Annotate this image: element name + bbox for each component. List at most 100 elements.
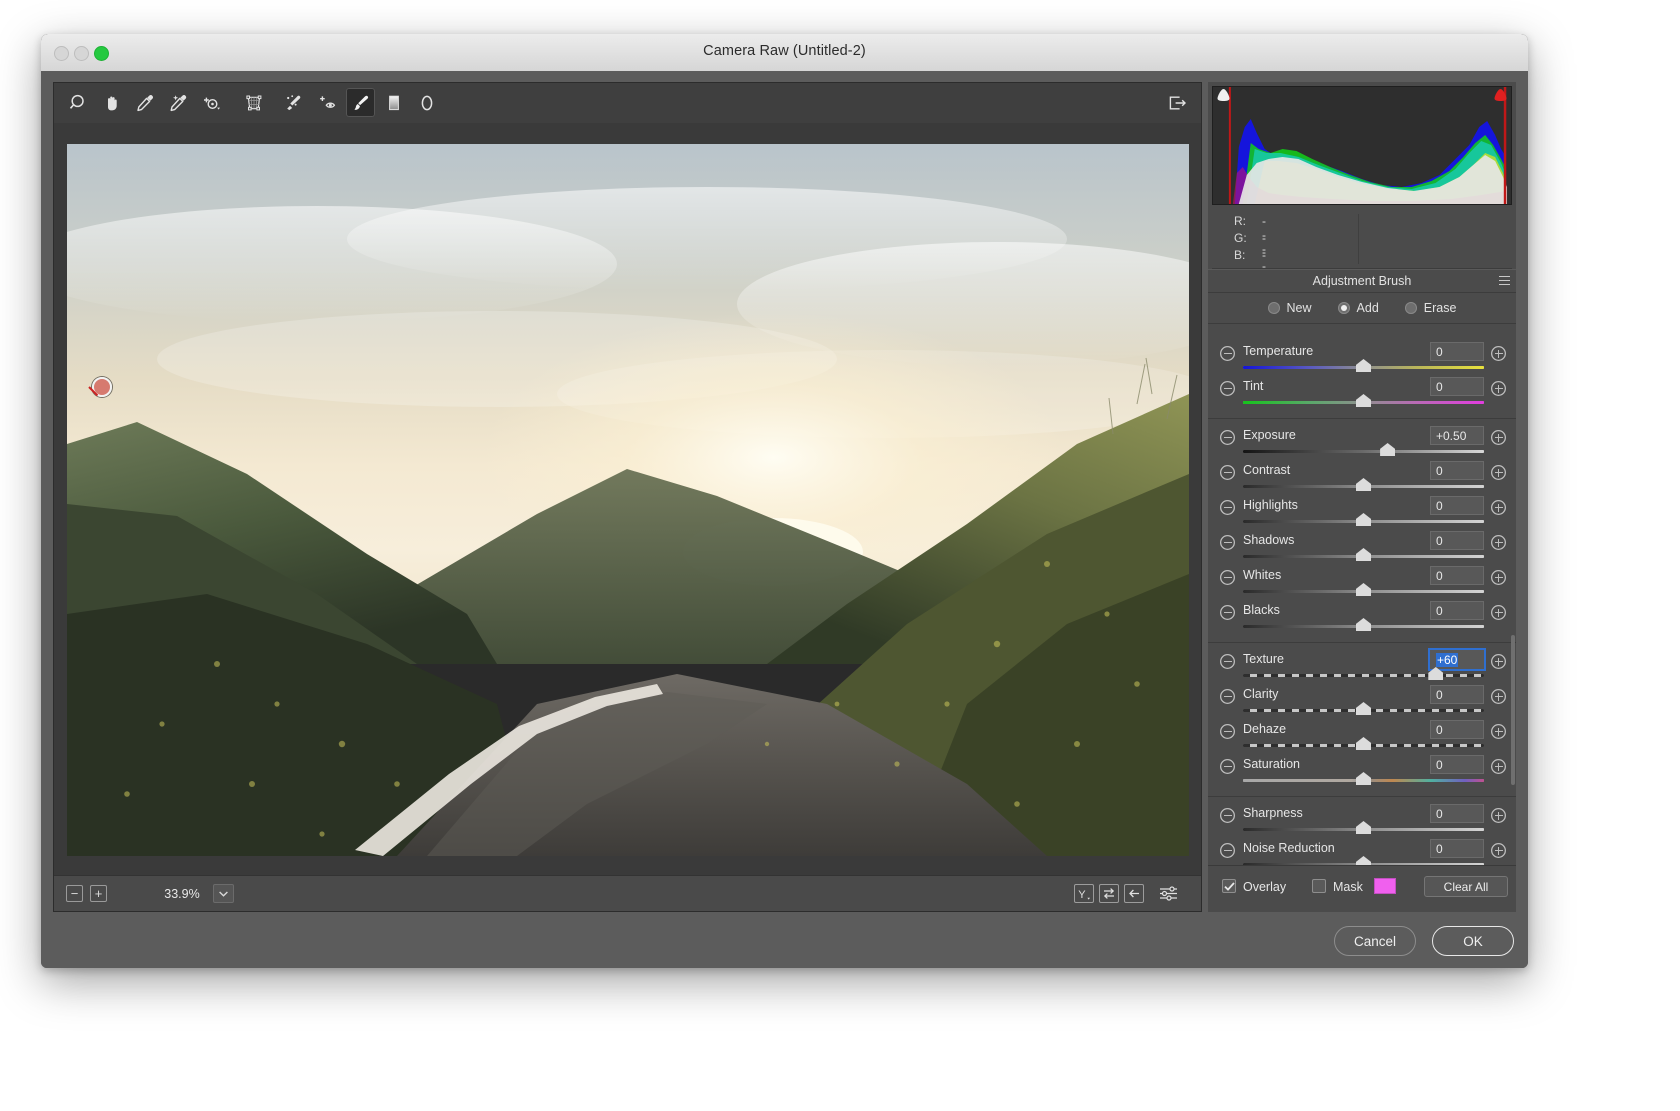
panel-menu-button[interactable] [1499, 276, 1510, 285]
slider-knob[interactable] [1356, 821, 1371, 834]
slider-increment-icon[interactable] [1491, 430, 1506, 445]
slider-increment-icon[interactable] [1491, 346, 1506, 361]
slider-row[interactable]: Texture+60 [1208, 649, 1516, 684]
slider-increment-icon[interactable] [1491, 689, 1506, 704]
slider-track[interactable] [1243, 779, 1484, 782]
slider-track[interactable] [1243, 366, 1484, 369]
slider-track[interactable] [1243, 674, 1484, 677]
slider-row[interactable]: Dehaze0 [1208, 719, 1516, 754]
slider-knob[interactable] [1356, 618, 1371, 631]
slider-knob[interactable] [1380, 443, 1395, 456]
slider-track[interactable] [1243, 625, 1484, 628]
slider-row[interactable]: Tint0 [1208, 376, 1516, 411]
slider-value-field[interactable]: 0 [1430, 685, 1484, 704]
slider-knob[interactable] [1356, 548, 1371, 561]
spot-removal-tool[interactable] [279, 88, 308, 117]
clear-all-button[interactable]: Clear All [1424, 876, 1508, 897]
open-preferences-button[interactable] [1162, 88, 1191, 117]
shadow-clipping-warning[interactable] [1214, 88, 1233, 105]
slider-knob[interactable] [1356, 702, 1371, 715]
slider-decrement-icon[interactable] [1220, 808, 1235, 823]
slider-row[interactable]: Noise Reduction0 [1208, 838, 1516, 866]
adjustment-pin-marker[interactable] [92, 377, 112, 397]
slider-decrement-icon[interactable] [1220, 570, 1235, 585]
white-balance-tool[interactable] [130, 88, 159, 117]
slider-increment-icon[interactable] [1491, 605, 1506, 620]
cancel-button[interactable]: Cancel [1334, 926, 1416, 956]
before-after-preview-button[interactable]: Y [1074, 884, 1094, 903]
radial-filter-tool[interactable] [412, 88, 441, 117]
slider-row[interactable]: Contrast0 [1208, 460, 1516, 495]
slider-value-field[interactable]: 0 [1430, 566, 1484, 585]
red-eye-tool[interactable] [313, 88, 342, 117]
slider-row[interactable]: Clarity0 [1208, 684, 1516, 719]
slider-track[interactable] [1243, 485, 1484, 488]
slider-decrement-icon[interactable] [1220, 759, 1235, 774]
slider-decrement-icon[interactable] [1220, 724, 1235, 739]
slider-decrement-icon[interactable] [1220, 654, 1235, 669]
slider-row[interactable]: Whites0 [1208, 565, 1516, 600]
slider-row[interactable]: Temperature0 [1208, 341, 1516, 376]
preview-preferences-button[interactable] [1157, 884, 1179, 903]
hand-tool[interactable] [97, 88, 126, 117]
slider-decrement-icon[interactable] [1220, 381, 1235, 396]
mask-color-swatch[interactable] [1374, 878, 1396, 894]
slider-row[interactable]: Saturation0 [1208, 754, 1516, 789]
slider-track[interactable] [1243, 401, 1484, 404]
slider-increment-icon[interactable] [1491, 465, 1506, 480]
copy-settings-button[interactable] [1124, 884, 1144, 903]
photo-preview[interactable] [67, 144, 1189, 856]
overlay-checkbox[interactable] [1222, 879, 1236, 893]
zoom-out-button[interactable]: − [66, 885, 83, 902]
brush-mode-add[interactable]: Add [1338, 301, 1379, 315]
swap-before-after-button[interactable] [1099, 884, 1119, 903]
zoom-level-value[interactable]: 33.9% [155, 884, 209, 903]
slider-knob[interactable] [1356, 359, 1371, 372]
slider-decrement-icon[interactable] [1220, 465, 1235, 480]
slider-track[interactable] [1243, 520, 1484, 523]
slider-row[interactable]: Sharpness0 [1208, 803, 1516, 838]
slider-increment-icon[interactable] [1491, 759, 1506, 774]
slider-value-field[interactable]: 0 [1430, 342, 1484, 361]
canvas-area[interactable] [54, 123, 1201, 876]
slider-knob[interactable] [1356, 583, 1371, 596]
slider-decrement-icon[interactable] [1220, 346, 1235, 361]
slider-increment-icon[interactable] [1491, 808, 1506, 823]
slider-decrement-icon[interactable] [1220, 430, 1235, 445]
color-sampler-tool[interactable] [197, 88, 226, 117]
slider-track[interactable] [1243, 709, 1484, 712]
graduated-filter-tool[interactable] [379, 88, 408, 117]
zoom-in-button[interactable]: + [90, 885, 107, 902]
slider-track[interactable] [1243, 450, 1484, 453]
slider-knob[interactable] [1356, 478, 1371, 491]
slider-knob[interactable] [1356, 772, 1371, 785]
slider-row[interactable]: Shadows0 [1208, 530, 1516, 565]
slider-value-field[interactable]: 0 [1430, 531, 1484, 550]
slider-row[interactable]: Blacks0 [1208, 600, 1516, 635]
slider-increment-icon[interactable] [1491, 724, 1506, 739]
slider-decrement-icon[interactable] [1220, 689, 1235, 704]
slider-row[interactable]: Highlights0 [1208, 495, 1516, 530]
slider-value-field[interactable]: 0 [1430, 720, 1484, 739]
auto-white-balance-tool[interactable] [163, 88, 192, 117]
slider-knob[interactable] [1356, 513, 1371, 526]
panel-scrollbar[interactable] [1511, 635, 1515, 785]
zoom-level-dropdown[interactable] [213, 884, 234, 903]
transform-tool[interactable] [239, 88, 268, 117]
mask-checkbox[interactable] [1312, 879, 1326, 893]
brush-mode-new[interactable]: New [1268, 301, 1312, 315]
slider-knob[interactable] [1356, 737, 1371, 750]
slider-increment-icon[interactable] [1491, 535, 1506, 550]
slider-knob[interactable] [1356, 394, 1371, 407]
adjustment-brush-tool[interactable] [346, 88, 375, 117]
zoom-tool[interactable] [64, 88, 93, 117]
slider-increment-icon[interactable] [1491, 570, 1506, 585]
slider-track[interactable] [1243, 744, 1484, 747]
slider-increment-icon[interactable] [1491, 843, 1506, 858]
slider-increment-icon[interactable] [1491, 500, 1506, 515]
slider-value-field[interactable]: 0 [1430, 755, 1484, 774]
slider-value-field[interactable]: +60 [1430, 650, 1484, 669]
slider-row[interactable]: Exposure+0.50 [1208, 425, 1516, 460]
slider-value-field[interactable]: 0 [1430, 601, 1484, 620]
slider-value-field[interactable]: 0 [1430, 839, 1484, 858]
